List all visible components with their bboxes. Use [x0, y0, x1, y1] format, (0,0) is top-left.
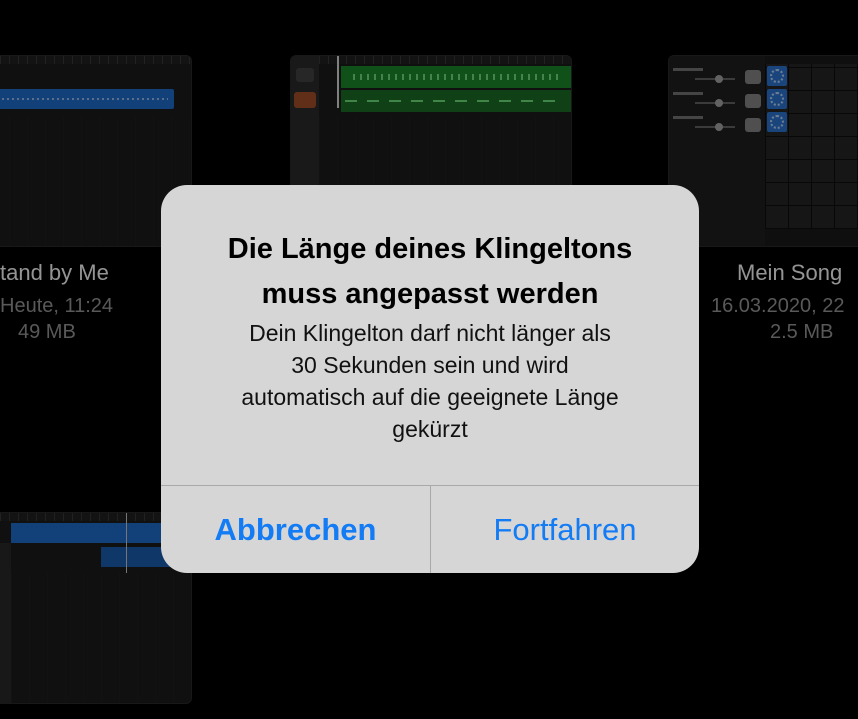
alert-message: Dein Klingelton darf nicht länger als 30… [241, 320, 619, 442]
ringtone-length-alert: Die Länge deines Klingeltons muss angepa… [161, 185, 699, 573]
continue-button[interactable]: Fortfahren [431, 486, 699, 573]
alert-title: Die Länge deines Klingeltons muss angepa… [227, 233, 633, 310]
cancel-button[interactable]: Abbrechen [161, 486, 430, 573]
